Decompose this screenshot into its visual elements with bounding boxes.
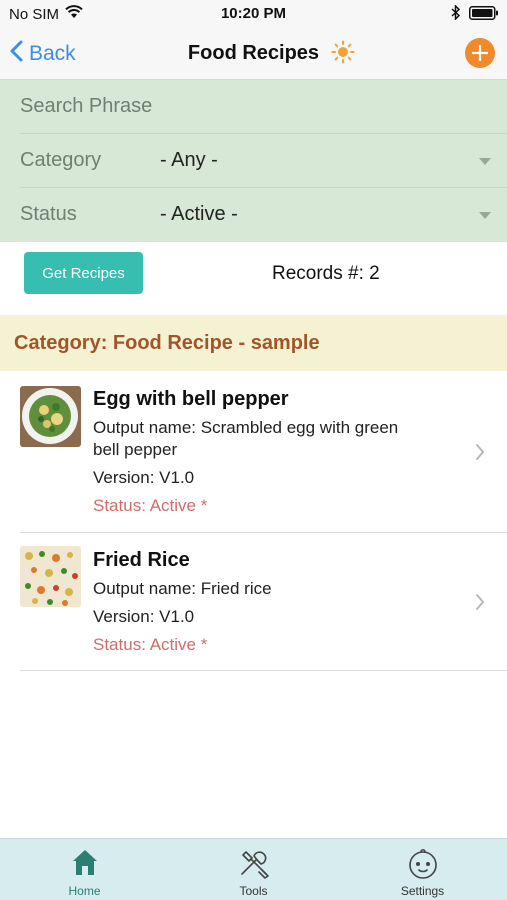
status-right <box>451 4 499 24</box>
caret-down-icon[interactable] <box>479 158 491 165</box>
recipe-title: Fried Rice <box>93 549 190 571</box>
tab-home[interactable]: Home <box>0 839 169 900</box>
bluetooth-icon <box>451 4 461 24</box>
get-recipes-button[interactable]: Get Recipes <box>24 252 143 294</box>
add-recipe-button[interactable] <box>465 38 495 68</box>
recipe-thumbnail <box>20 386 81 447</box>
recipe-thumbnail <box>20 546 81 607</box>
recipe-list-item[interactable]: Egg with bell pepper Output name: Scramb… <box>20 372 507 533</box>
page-title: Food Recipes <box>187 42 320 64</box>
output-name-line-1: Output name: Scrambled egg with green <box>93 418 399 437</box>
search-row[interactable]: Search Phrase <box>20 80 507 134</box>
tab-label: Settings <box>400 884 445 898</box>
home-icon <box>70 847 100 882</box>
recipe-version: Version: V1.0 <box>93 607 195 626</box>
battery-icon <box>469 5 499 24</box>
recipe-version: Version: V1.0 <box>93 468 195 487</box>
chevron-right-icon <box>475 593 485 616</box>
status-label: Status <box>20 203 77 225</box>
plus-icon <box>465 45 495 72</box>
tab-bar: Home Tools Settings <box>0 838 507 900</box>
baby-face-icon <box>406 847 440 886</box>
status-bar: No SIM 10:20 PM <box>0 0 507 28</box>
category-value[interactable]: - Any - <box>160 149 218 172</box>
category-header-text: Category: Food Recipe - sample <box>14 332 320 354</box>
recipe-info: Egg with bell pepper Output name: Scramb… <box>93 386 447 517</box>
search-input[interactable]: Search Phrase <box>20 95 152 118</box>
recipe-output-name: Output name: Fried rice <box>93 579 272 598</box>
records-count: Records #: 2 <box>272 263 380 284</box>
tab-label: Tools <box>239 884 268 898</box>
category-label: Category <box>20 149 102 171</box>
sun-icon[interactable] <box>331 40 355 69</box>
output-name-line-2: bell pepper <box>93 440 178 459</box>
recipe-info: Fried Rice Output name: Fried rice Versi… <box>93 547 447 656</box>
recipe-status: Status: Active * <box>93 635 208 654</box>
category-section-header: Category: Food Recipe - sample <box>0 315 507 371</box>
caret-down-icon[interactable] <box>479 212 491 219</box>
recipe-title: Egg with bell pepper <box>93 388 289 410</box>
status-value[interactable]: - Active - <box>160 203 238 226</box>
tab-settings[interactable]: Settings <box>338 839 507 900</box>
category-select[interactable]: Category - Any - <box>20 134 507 188</box>
filter-panel: Search Phrase Category - Any - Status - … <box>0 80 507 242</box>
status-select[interactable]: Status - Active - <box>20 188 507 242</box>
tab-tools[interactable]: Tools <box>169 839 338 900</box>
recipe-status: Status: Active * <box>93 496 208 515</box>
recipe-output-name: Output name: Scrambled egg with green be… <box>93 417 447 461</box>
tab-label: Home <box>68 884 101 898</box>
navigation-bar: Back Food Recipes <box>0 28 507 80</box>
chevron-right-icon <box>475 443 485 466</box>
recipe-list-item[interactable]: Fried Rice Output name: Fried rice Versi… <box>20 533 507 671</box>
status-time: 10:20 PM <box>220 5 287 22</box>
tools-icon <box>237 847 271 884</box>
